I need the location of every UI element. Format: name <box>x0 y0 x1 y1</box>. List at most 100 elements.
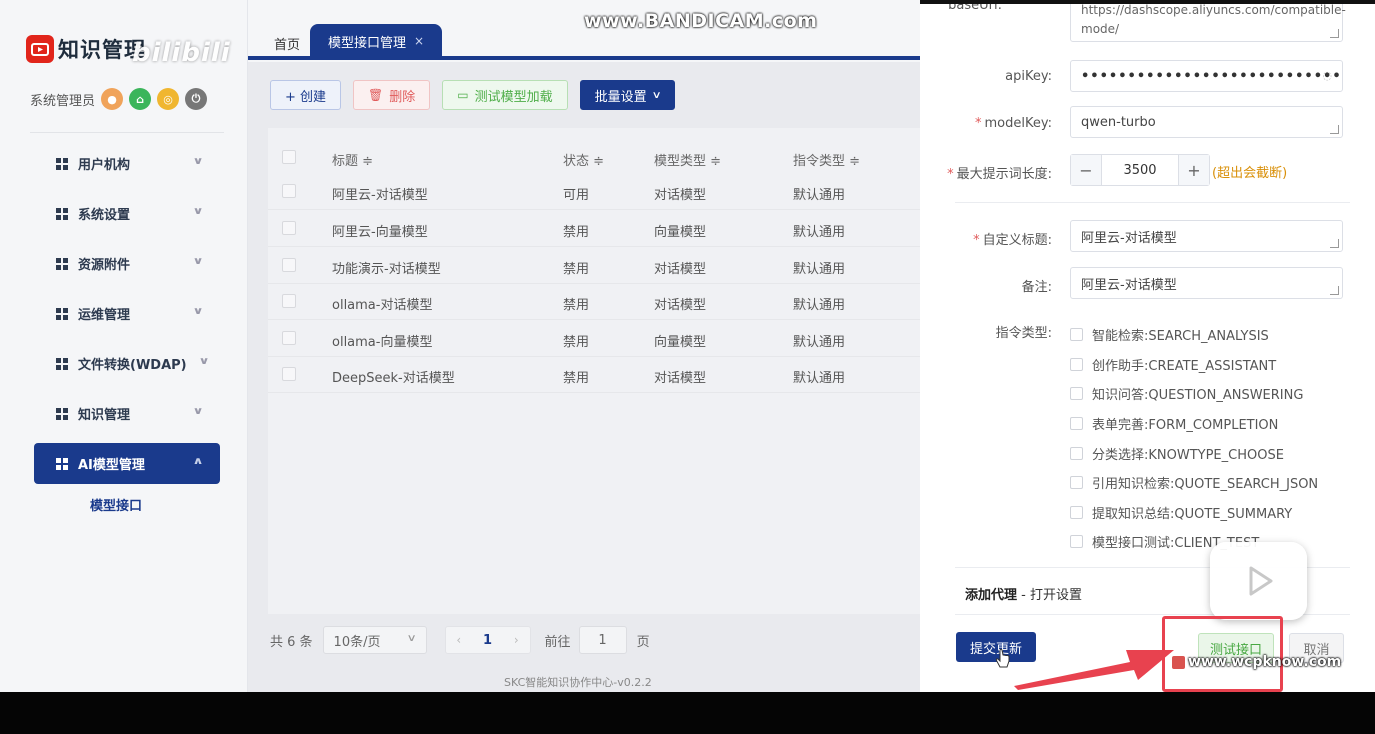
base-url-field[interactable]: https://dashscope.aliyuncs.com/compatibl… <box>1070 4 1346 42</box>
table-row[interactable]: 功能演示-对话模型 禁用 对话模型 默认通用 <box>268 248 920 284</box>
row-checkbox[interactable] <box>282 367 296 381</box>
avatar-icon[interactable]: ● <box>101 88 124 110</box>
menu-item-ai-models[interactable]: AI模型管理 ∧ <box>34 443 220 484</box>
cell-title: 阿里云-向量模型 <box>332 225 428 240</box>
recorder-watermark: www.BANDICAM.com <box>584 10 818 32</box>
remark-field[interactable]: 阿里云-对话模型 <box>1070 267 1343 299</box>
checkbox[interactable] <box>1070 476 1083 490</box>
proxy-action[interactable]: - 打开设置 <box>1017 588 1082 603</box>
checkbox[interactable] <box>1070 505 1083 519</box>
instruction-option[interactable]: 分类选择:KNOWTYPE_CHOOSE <box>1070 438 1318 468</box>
header-instruction-type[interactable]: 指令类型 ≑ <box>793 150 860 169</box>
header-model-type[interactable]: 模型类型 ≑ <box>654 150 721 169</box>
menu-label: AI模型管理 <box>78 458 145 473</box>
cell-title: ollama-向量模型 <box>332 335 433 350</box>
checkbox[interactable] <box>1070 328 1083 342</box>
site-watermark: www.wcpknow.com <box>1188 654 1342 670</box>
option-label: 表单完善:FORM_COMPLETION <box>1092 418 1279 434</box>
table-row[interactable]: ollama-向量模型 禁用 向量模型 默认通用 <box>268 321 920 357</box>
table-row[interactable]: 阿里云-向量模型 禁用 向量模型 默认通用 <box>268 211 920 247</box>
instruction-option[interactable]: 智能检索:SEARCH_ANALYSIS <box>1070 320 1318 350</box>
row-checkbox[interactable] <box>282 221 296 235</box>
instruction-option[interactable]: 表单完善:FORM_COMPLETION <box>1070 409 1318 439</box>
menu-item-knowledge[interactable]: 知识管理 ∨ <box>34 393 220 434</box>
menu-item-ops[interactable]: 运维管理 ∨ <box>34 293 220 334</box>
resize-handle[interactable] <box>1330 125 1339 134</box>
sidebar-divider <box>30 132 224 133</box>
header-status[interactable]: 状态 ≑ <box>563 150 604 169</box>
theme-icon[interactable]: ◎ <box>157 88 180 110</box>
menu-item-resources[interactable]: 资源附件 ∨ <box>34 243 220 284</box>
user-name[interactable]: 系统管理员 <box>30 90 95 109</box>
page-size-select[interactable]: 10条/页 ∨ <box>322 626 427 654</box>
model-key-value: qwen-turbo <box>1081 114 1156 130</box>
table-row[interactable]: DeepSeek-对话模型 禁用 对话模型 默认通用 <box>268 357 920 393</box>
submenu-model-interface[interactable]: 模型接口 <box>90 495 142 514</box>
footer-version: SKC智能知识协作中心-v0.2.2 <box>504 676 652 689</box>
row-checkbox[interactable] <box>282 184 296 198</box>
home-icon[interactable]: ⌂ <box>129 88 152 110</box>
table-row[interactable]: 阿里云-对话模型 可用 对话模型 默认通用 <box>268 174 920 210</box>
chevron-down-icon: ∨ <box>406 633 418 644</box>
play-overlay-icon <box>1210 542 1307 620</box>
cell-model-type: 向量模型 <box>654 335 707 350</box>
test-load-label: 测试模型加载 <box>474 89 553 105</box>
close-icon[interactable]: × <box>414 34 424 48</box>
grid-icon <box>56 307 68 320</box>
cell-model-type: 对话模型 <box>654 188 707 203</box>
power-icon[interactable]: ⏻ <box>185 88 208 110</box>
next-page-button[interactable]: › <box>514 633 519 647</box>
max-prompt-value[interactable]: 3500 <box>1101 155 1179 185</box>
base-url-label-text: baseUrl: <box>948 0 1002 13</box>
menu-item-user-org[interactable]: 用户机构 ∨ <box>34 143 220 184</box>
menu-item-file-convert[interactable]: 文件转换(WDAP) ∨ <box>34 343 220 384</box>
chevron-down-icon: ∨ <box>192 406 204 417</box>
goto-label: 前往 <box>544 634 571 650</box>
instruction-option[interactable]: 引用知识检索:QUOTE_SEARCH_JSON <box>1070 468 1318 498</box>
resize-handle[interactable] <box>1330 286 1339 295</box>
checkbox[interactable] <box>1070 357 1083 371</box>
decrement-button[interactable]: − <box>1071 155 1101 185</box>
increment-button[interactable]: + <box>1179 155 1209 185</box>
checkbox[interactable] <box>1070 446 1083 460</box>
custom-title-field[interactable]: 阿里云-对话模型 <box>1070 220 1343 252</box>
bilibili-watermark: bilibili <box>132 38 231 68</box>
logo-icon <box>26 35 54 63</box>
api-key-label: apiKey: <box>1005 69 1052 84</box>
create-button[interactable]: + 创建 <box>270 80 342 110</box>
table-row[interactable]: ollama-对话模型 禁用 对话模型 默认通用 <box>268 284 920 320</box>
cell-status: 禁用 <box>563 335 590 350</box>
delete-button[interactable]: 🗑 删除 <box>353 80 431 110</box>
instruction-option[interactable]: 知识问答:QUESTION_ANSWERING <box>1070 379 1318 409</box>
row-checkbox[interactable] <box>282 294 296 308</box>
page-word: 页 <box>636 634 650 650</box>
instruction-option[interactable]: 提取知识总结:QUOTE_SUMMARY <box>1070 498 1318 528</box>
model-key-field[interactable]: qwen-turbo <box>1070 106 1343 138</box>
eye-off-icon[interactable]: ◌ <box>1322 69 1332 82</box>
grid-icon <box>56 207 68 220</box>
tab-home[interactable]: 首页 <box>274 34 300 53</box>
menu-item-system-settings[interactable]: 系统设置 ∨ <box>34 193 220 234</box>
row-checkbox[interactable] <box>282 331 296 345</box>
test-load-button[interactable]: ▭ 测试模型加载 <box>442 80 568 110</box>
batch-settings-button[interactable]: 批量设置 ∨ <box>579 80 675 110</box>
header-title[interactable]: 标题 ≑ <box>332 150 373 169</box>
instruction-option[interactable]: 创作助手:CREATE_ASSISTANT <box>1070 350 1318 380</box>
select-all-checkbox[interactable] <box>282 150 296 164</box>
checkbox[interactable] <box>1070 387 1083 401</box>
api-key-field[interactable]: •••••••••••••••••••••••••••• ◌ <box>1070 60 1343 92</box>
resize-handle[interactable] <box>1330 239 1339 248</box>
resize-handle[interactable] <box>1330 29 1339 38</box>
option-label: 提取知识总结:QUOTE_SUMMARY <box>1092 506 1293 522</box>
checkbox[interactable] <box>1070 417 1083 431</box>
add-proxy-row[interactable]: 添加代理 - 打开设置 <box>965 584 1082 603</box>
row-checkbox[interactable] <box>282 258 296 272</box>
current-page[interactable]: 1 <box>483 633 492 648</box>
remark-label: 备注: <box>1021 280 1052 295</box>
tab-model-interface[interactable]: 模型接口管理 × <box>310 24 442 58</box>
cell-model-type: 对话模型 <box>654 262 707 277</box>
checkbox[interactable] <box>1070 535 1083 549</box>
prev-page-button[interactable]: ‹ <box>456 633 461 647</box>
option-label: 创作助手:CREATE_ASSISTANT <box>1092 358 1277 374</box>
goto-page-input[interactable]: 1 <box>578 626 627 654</box>
